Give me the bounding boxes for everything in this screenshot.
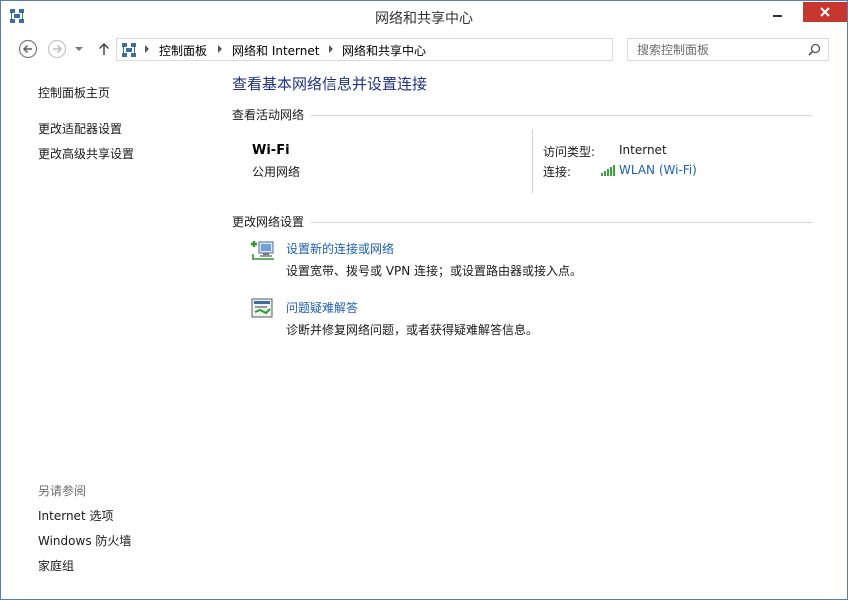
- network-category-link[interactable]: 公用网络: [252, 163, 300, 180]
- internet-options-link[interactable]: Internet 选项: [38, 507, 113, 524]
- back-button[interactable]: [18, 39, 38, 59]
- troubleshoot-icon: [251, 298, 273, 318]
- network-sharing-center-window: 网络和共享中心 控制面板 网络和 Internet 网络和共享中心 搜索控制面板…: [0, 0, 848, 600]
- close-button[interactable]: [803, 2, 847, 22]
- access-type-value: Internet: [619, 143, 667, 157]
- breadcrumb-separator[interactable]: [329, 45, 333, 53]
- maximize-button[interactable]: [764, 2, 792, 24]
- breadcrumb-separator[interactable]: [145, 45, 149, 53]
- window-title: 网络和共享中心: [375, 11, 473, 27]
- page-title: 查看基本网络信息并设置连接: [232, 75, 428, 93]
- homegroup-link[interactable]: 家庭组: [38, 557, 74, 574]
- control-panel-home-link[interactable]: 控制面板主页: [38, 84, 110, 101]
- windows-firewall-link[interactable]: Windows 防火墙: [38, 532, 131, 549]
- title-bar: 网络和共享中心: [1, 1, 847, 32]
- breadcrumb-network-sharing-center[interactable]: 网络和共享中心: [342, 42, 426, 59]
- section-divider: [311, 115, 812, 116]
- breadcrumb-separator[interactable]: [218, 45, 222, 53]
- address-bar[interactable]: 控制面板 网络和 Internet 网络和共享中心: [116, 38, 722, 61]
- breadcrumb-control-panel[interactable]: 控制面板: [159, 42, 207, 59]
- change-settings-heading: 更改网络设置: [232, 215, 305, 229]
- search-input[interactable]: [628, 39, 803, 60]
- up-arrow-icon: [98, 42, 110, 55]
- change-adapter-settings-link[interactable]: 更改适配器设置: [38, 120, 122, 137]
- troubleshoot-problems-link[interactable]: 问题疑难解答: [286, 299, 358, 316]
- see-also-heading: 另请参阅: [38, 484, 87, 498]
- network-name: Wi-Fi: [252, 143, 290, 158]
- search-box: [627, 38, 829, 61]
- troubleshoot-problems-description: 诊断并修复网络问题，或者获得疑难解答信息。: [286, 323, 539, 337]
- navigation-bar: 控制面板 网络和 Internet 网络和共享中心: [1, 32, 847, 65]
- active-networks-heading: 查看活动网络: [232, 108, 305, 122]
- close-icon: [820, 7, 830, 17]
- forward-arrow-icon: [47, 39, 67, 59]
- back-arrow-icon: [18, 39, 38, 59]
- connections-label: 连接:: [543, 165, 572, 179]
- forward-button[interactable]: [47, 39, 67, 59]
- recent-locations-button[interactable]: [72, 39, 86, 59]
- access-type-label: 访问类型:: [543, 145, 596, 159]
- breadcrumb-network-internet[interactable]: 网络和 Internet: [232, 42, 319, 59]
- setup-new-connection-link[interactable]: 设置新的连接或网络: [286, 240, 394, 257]
- change-advanced-sharing-link[interactable]: 更改高级共享设置: [38, 145, 134, 162]
- vertical-divider: [532, 129, 533, 193]
- wifi-signal-icon: [601, 165, 615, 176]
- control-panel-icon: [122, 43, 136, 57]
- wlan-connection-link[interactable]: WLAN (Wi-Fi): [619, 163, 697, 177]
- setup-new-connection-description: 设置宽带、拨号或 VPN 连接；或设置路由器或接入点。: [286, 264, 583, 278]
- search-icon[interactable]: [808, 43, 821, 56]
- chevron-down-icon: [75, 47, 83, 51]
- new-connection-icon: [251, 241, 274, 260]
- up-button[interactable]: [94, 39, 114, 59]
- section-divider: [311, 222, 812, 223]
